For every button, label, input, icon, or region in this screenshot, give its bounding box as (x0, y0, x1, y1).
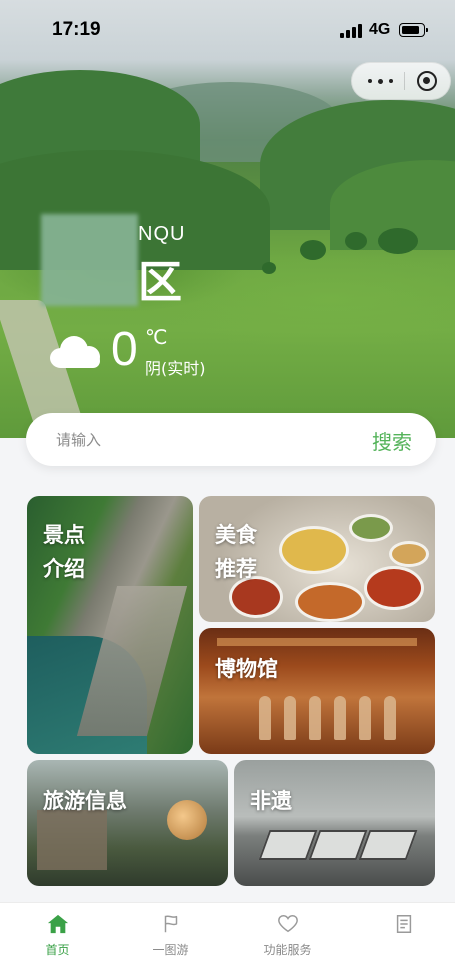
card-scenic-spots[interactable]: 景点 介绍 (27, 496, 193, 754)
tab-home-label: 首页 (45, 943, 70, 957)
signal-icon (340, 24, 364, 38)
temperature-value: 0 (111, 323, 138, 376)
search-bar: 搜索 (26, 413, 436, 466)
tab-services-label: 功能服务 (263, 943, 312, 957)
heart-icon (278, 915, 298, 933)
blurred-logo (41, 214, 138, 306)
card-scenic-label: 景点 介绍 (43, 523, 85, 581)
card-travel-info[interactable]: 旅游信息 (27, 760, 228, 886)
bottom-tab-bar: 首页 一图游 功能服务 (0, 902, 455, 964)
temperature-unit: ℃ (145, 325, 168, 349)
weather-condition: 阴(实时) (145, 359, 206, 378)
cloud-icon (46, 334, 104, 368)
card-intangible-heritage[interactable]: 非遗 (234, 760, 435, 886)
hero-title: 区 (138, 257, 182, 308)
tab-home[interactable]: 首页 (1, 903, 114, 964)
home-icon (47, 914, 69, 934)
battery-icon (399, 23, 428, 37)
search-button[interactable]: 搜索 (372, 426, 412, 455)
search-input[interactable] (56, 429, 346, 451)
card-travel-label: 旅游信息 (43, 789, 127, 813)
tab-profile[interactable] (347, 903, 455, 964)
tab-map-tour-label: 一图游 (152, 943, 189, 957)
card-museum[interactable]: 博物馆 (199, 628, 435, 754)
hero-subtitle: NQU (138, 223, 186, 245)
card-heritage-label: 非遗 (250, 789, 292, 813)
card-museum-label: 博物馆 (215, 657, 278, 681)
tab-services[interactable]: 功能服务 (231, 903, 344, 964)
flag-icon (164, 915, 178, 933)
miniprogram-capsule (351, 62, 451, 100)
tab-map-tour[interactable]: 一图游 (114, 903, 227, 964)
close-miniprogram-icon[interactable] (417, 71, 437, 91)
status-time: 17:19 (52, 19, 101, 40)
document-icon (396, 915, 412, 933)
card-food-label: 美食 推荐 (215, 523, 257, 581)
more-options-icon[interactable] (366, 73, 396, 89)
card-food[interactable]: 美食 推荐 (199, 496, 435, 622)
hero-banner: 17:19 4G NQU 区 0 ℃ 阴(实时) (0, 0, 455, 438)
network-type: 4G (369, 21, 391, 38)
status-bar: 17:19 4G (0, 0, 455, 62)
